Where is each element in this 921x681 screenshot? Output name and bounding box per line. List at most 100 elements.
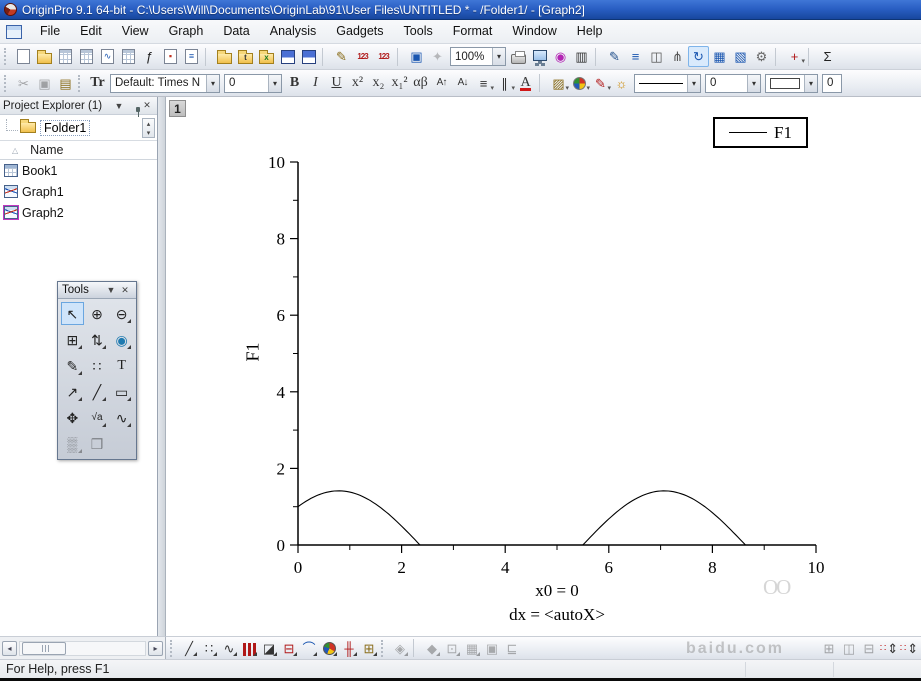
arrow-tool[interactable]: ↗ xyxy=(61,380,84,403)
graph-object-tool[interactable]: ∿ xyxy=(110,406,133,429)
menu-item[interactable]: Window xyxy=(502,20,566,43)
panel-splitter[interactable] xyxy=(158,97,166,636)
vertical-text-button[interactable]: ∥ xyxy=(494,73,515,94)
menu-item[interactable]: Data xyxy=(213,20,259,43)
new-graph-button[interactable]: ∿ xyxy=(97,46,118,67)
fit-page-button[interactable]: ⊟ xyxy=(859,638,879,658)
cut-button[interactable]: ✂ xyxy=(13,73,34,94)
mask-tool[interactable]: ▒ xyxy=(61,432,84,455)
toolbar-grip[interactable] xyxy=(4,75,9,92)
import-multiple-ascii-button[interactable]: 123 xyxy=(373,46,394,67)
line-symbol-plot-button[interactable]: ∿ xyxy=(219,638,239,658)
layer-badge[interactable]: 1 xyxy=(169,100,186,117)
menu-item[interactable]: Help xyxy=(567,20,613,43)
import-wizard-button[interactable]: ✎ xyxy=(331,46,352,67)
x-axis-annotation-2[interactable]: dx = <autoX> xyxy=(509,605,605,625)
chevron-down-icon[interactable]: ▾ xyxy=(747,75,760,92)
hierarchy-button[interactable]: ⋔ xyxy=(667,46,688,67)
code-builder-button[interactable]: ⚙ xyxy=(751,46,772,67)
chevron-down-icon[interactable]: ▾ xyxy=(804,75,817,92)
chevron-down-icon[interactable]: ▾ xyxy=(268,75,281,92)
print-button[interactable] xyxy=(508,46,529,67)
lighting-button[interactable]: ☼ xyxy=(611,73,632,94)
worksheet-table-button[interactable]: ▦ xyxy=(709,46,730,67)
window-split-button[interactable]: ◫ xyxy=(646,46,667,67)
edit-page-button[interactable]: ✎ xyxy=(604,46,625,67)
new-notes-button[interactable]: ≡ xyxy=(181,46,202,67)
region-data-reader-tool[interactable]: ◉ xyxy=(110,328,133,351)
new-folder-button[interactable] xyxy=(34,46,55,67)
menu-item[interactable]: View xyxy=(112,20,159,43)
new-matrix-button[interactable] xyxy=(118,46,139,67)
open-button[interactable] xyxy=(214,46,235,67)
toolbar-grip[interactable] xyxy=(381,640,386,657)
pan-tool[interactable]: ✥ xyxy=(61,406,84,429)
supersubscript-button[interactable]: x₁² xyxy=(389,73,410,94)
chevron-down-icon[interactable]: ▼ xyxy=(112,101,126,111)
box-plot-button[interactable]: ⊟ xyxy=(279,638,299,658)
scrollbar-track[interactable] xyxy=(19,641,146,656)
layer-arrange-button[interactable]: ◫ xyxy=(839,638,859,658)
new-project-button[interactable] xyxy=(13,46,34,67)
explorer-item-graph2[interactable]: Graph2 xyxy=(0,202,157,223)
menu-item[interactable]: Format xyxy=(443,20,503,43)
line-plot-button[interactable]: ╱ xyxy=(179,638,199,658)
y-axis-title[interactable]: F1 xyxy=(243,342,264,361)
zoom-in-tool[interactable]: ⊕ xyxy=(85,302,108,325)
spinner-down-icon[interactable]: ▾ xyxy=(147,129,151,137)
data-selector-tool[interactable]: ∷ xyxy=(85,354,108,377)
import-ascii-button[interactable]: 123 xyxy=(352,46,373,67)
name-column-header[interactable]: △ Name xyxy=(0,141,157,160)
folder-spinner[interactable]: ▴ ▾ xyxy=(142,118,155,138)
font-size-combo[interactable]: 0 ▾ xyxy=(224,74,282,93)
spline-plot-button[interactable]: ⌒ xyxy=(299,638,319,658)
new-excel-button[interactable] xyxy=(76,46,97,67)
italic-button[interactable]: I xyxy=(305,73,326,94)
decrease-font-button[interactable]: A↓ xyxy=(452,73,473,94)
paste-button[interactable]: ▤ xyxy=(55,73,76,94)
add-column-button[interactable]: + xyxy=(784,46,805,67)
copy-button[interactable]: ▣ xyxy=(34,73,55,94)
new-layout-button[interactable]: ▪ xyxy=(160,46,181,67)
image-plot-button[interactable]: ▣ xyxy=(482,638,502,658)
chevron-down-icon[interactable]: ▾ xyxy=(687,75,700,92)
explorer-item-graph1[interactable]: Graph1 xyxy=(0,181,157,202)
resize-page-button[interactable]: ⇕ xyxy=(899,638,919,658)
digitizer-button[interactable]: ✦ xyxy=(427,46,448,67)
underline-button[interactable]: U xyxy=(326,73,347,94)
scatter-plot-button[interactable]: ∷ xyxy=(199,638,219,658)
greek-button[interactable]: αβ xyxy=(410,73,431,94)
new-function-plot-button[interactable]: ƒ xyxy=(139,46,160,67)
tools-palette-header[interactable]: Tools ▼ ✕ xyxy=(58,282,136,299)
child-window-icon[interactable] xyxy=(6,25,22,39)
pointer-tool[interactable]: ↖ xyxy=(61,302,84,325)
superscript-button[interactable]: x² xyxy=(347,73,368,94)
sort-ascending-icon[interactable]: △ xyxy=(12,146,18,155)
menu-item[interactable]: Tools xyxy=(394,20,443,43)
close-icon[interactable]: ✕ xyxy=(140,100,154,111)
area-plot-button[interactable]: ◪ xyxy=(259,638,279,658)
chevron-down-icon[interactable]: ▾ xyxy=(492,48,505,65)
save-project-button[interactable] xyxy=(277,46,298,67)
scroll-left-icon[interactable]: ◂ xyxy=(2,641,17,656)
object-edit-tool[interactable]: ❒ xyxy=(85,432,108,455)
x-axis-annotation-1[interactable]: x0 = 0 xyxy=(535,581,579,601)
open-excel-button[interactable]: x xyxy=(256,46,277,67)
line-tool[interactable]: ╱ xyxy=(85,380,108,403)
resize-layer-button[interactable]: ⇕ xyxy=(879,638,899,658)
font-color-button[interactable]: A xyxy=(515,73,536,94)
menu-item[interactable]: Gadgets xyxy=(326,20,393,43)
chevron-down-icon[interactable]: ▼ xyxy=(104,285,118,295)
subscript-button[interactable]: x₂ xyxy=(368,73,389,94)
scrollbar-thumb[interactable] xyxy=(22,642,66,655)
arrange-windows-button[interactable]: ≡ xyxy=(625,46,646,67)
menu-item[interactable]: Graph xyxy=(159,20,214,43)
3d-scatter-button[interactable]: ⊡ xyxy=(442,638,462,658)
increase-font-button[interactable]: A↑ xyxy=(431,73,452,94)
reimport-button[interactable]: ▣ xyxy=(406,46,427,67)
palette-button[interactable] xyxy=(569,73,590,94)
menu-item[interactable]: Analysis xyxy=(260,20,327,43)
scroll-right-icon[interactable]: ▸ xyxy=(148,641,163,656)
line-width-combo[interactable]: 0 ▾ xyxy=(705,74,761,93)
toolbar-grip[interactable] xyxy=(170,640,175,657)
